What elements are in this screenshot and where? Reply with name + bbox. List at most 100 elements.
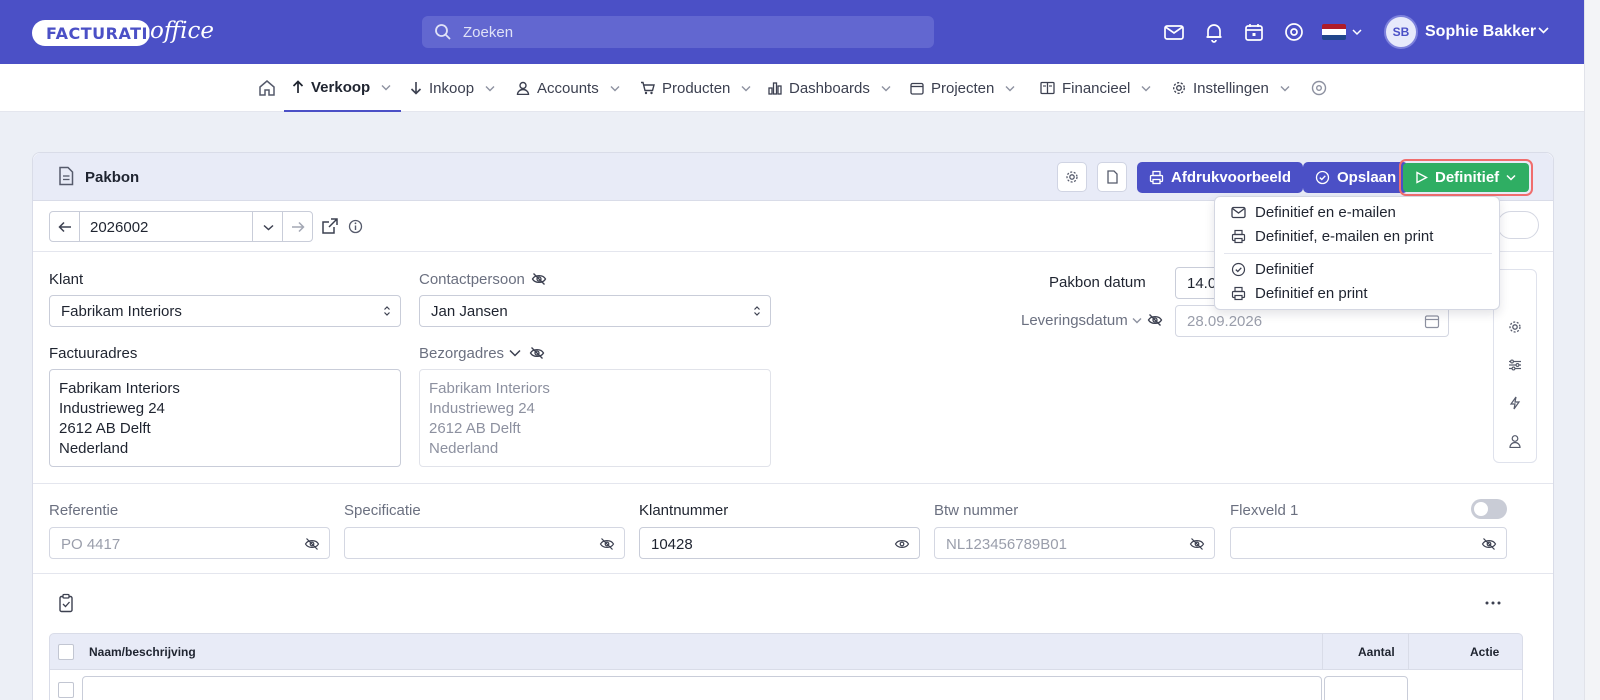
chevron-down-icon xyxy=(741,85,751,91)
divider xyxy=(33,573,1553,574)
info-icon[interactable] xyxy=(348,219,363,234)
chevron-down-icon xyxy=(381,84,391,90)
nav-item-projecten[interactable]: Projecten xyxy=(910,64,1015,112)
eye-icon[interactable] xyxy=(894,537,910,551)
user-name[interactable]: Sophie Bakker xyxy=(1425,23,1536,41)
facturatie-office-logo[interactable]: FACTURATIE office xyxy=(32,14,214,50)
clipboard-copy-icon[interactable] xyxy=(57,593,75,613)
klant-value: Fabrikam Interiors xyxy=(61,303,182,320)
bezorgadres-textarea[interactable]: Fabrikam Interiors Industrieweg 24 2612 … xyxy=(419,369,771,467)
document-number-input[interactable]: 2026002 xyxy=(80,211,252,242)
nav-item-dashboards[interactable]: Dashboards xyxy=(768,64,891,112)
document-number-dropdown[interactable] xyxy=(252,211,283,242)
external-link-icon[interactable] xyxy=(321,217,339,235)
flexveld-toggle[interactable] xyxy=(1471,499,1507,519)
print-preview-button[interactable]: Afdrukvoorbeeld xyxy=(1137,162,1304,193)
row-description-input[interactable] xyxy=(82,676,1322,700)
eye-off-icon[interactable] xyxy=(1189,537,1205,551)
factuuradres-label: Factuuradres xyxy=(49,345,138,362)
printer-icon xyxy=(1231,286,1246,301)
nav-item-instellingen[interactable]: Instellingen xyxy=(1172,64,1290,112)
klantnummer-input[interactable]: 10428 xyxy=(639,527,920,559)
search-input[interactable]: Zoeken xyxy=(422,16,934,48)
eye-off-icon[interactable] xyxy=(599,537,615,551)
referentie-input[interactable]: PO 4417 xyxy=(49,527,330,559)
lightning-icon[interactable] xyxy=(1508,396,1522,410)
nav-label-verkoop: Verkoop xyxy=(311,78,371,96)
nav-item-financieel[interactable]: Financieel xyxy=(1040,64,1151,112)
gear-icon[interactable] xyxy=(1508,320,1522,334)
referentie-label: Referentie xyxy=(49,502,119,519)
contactpersoon-label: Contactpersoon xyxy=(419,271,525,288)
previous-document-button[interactable] xyxy=(49,211,80,242)
bezorgadres-line: 2612 AB Delft xyxy=(429,420,521,437)
final-button[interactable]: Definitief xyxy=(1399,159,1533,196)
nav-item-verkoop[interactable]: Verkoop xyxy=(284,64,402,112)
panel-toggle-button[interactable] xyxy=(1497,211,1539,239)
leveringsdatum-value: 28.09.2026 xyxy=(1187,313,1263,330)
pdf-button[interactable] xyxy=(1097,162,1127,192)
row-quantity-input[interactable] xyxy=(1324,676,1408,700)
user-menu-chevron-down-icon[interactable] xyxy=(1538,26,1549,34)
column-divider xyxy=(1408,634,1409,670)
nav-item-producten[interactable]: Producten xyxy=(640,64,751,112)
eye-icon[interactable] xyxy=(1310,79,1328,97)
more-options-icon[interactable] xyxy=(1485,601,1501,605)
language-chevron-down-icon[interactable] xyxy=(1352,28,1362,36)
bar-chart-icon xyxy=(768,82,782,95)
mail-icon[interactable] xyxy=(1162,20,1186,44)
divider xyxy=(33,483,1553,484)
flexveld-input[interactable] xyxy=(1230,527,1507,559)
calendar-icon[interactable] xyxy=(1242,20,1266,44)
nav-item-inkoop[interactable]: Inkoop xyxy=(410,64,495,112)
btw-nummer-input[interactable]: NL123456789B01 xyxy=(934,527,1215,559)
contactpersoon-select[interactable]: Jan Jansen xyxy=(419,295,771,327)
specificatie-input[interactable] xyxy=(344,527,625,559)
nav-label-inkoop: Inkoop xyxy=(429,79,475,97)
klantnummer-value: 10428 xyxy=(651,536,693,553)
next-document-button[interactable] xyxy=(282,211,313,242)
eye-off-icon[interactable] xyxy=(1147,312,1163,328)
menu-item-final-email-print[interactable]: Definitief, e-mailen en print xyxy=(1231,228,1433,245)
arrow-left-icon xyxy=(58,221,71,233)
home-icon[interactable] xyxy=(258,79,276,97)
user-icon[interactable] xyxy=(1508,434,1522,448)
sliders-icon[interactable] xyxy=(1508,358,1522,372)
menu-item-label: Definitief en e-mailen xyxy=(1255,204,1396,221)
eye-off-icon[interactable] xyxy=(304,537,320,551)
avatar[interactable]: SB xyxy=(1384,15,1418,49)
klant-select[interactable]: Fabrikam Interiors xyxy=(49,295,401,327)
arrow-up-icon xyxy=(292,80,304,93)
settings-button[interactable] xyxy=(1057,162,1087,192)
arrow-down-icon xyxy=(410,82,422,95)
save-button[interactable]: Opslaan xyxy=(1303,162,1409,193)
eye-off-icon[interactable] xyxy=(1481,537,1497,551)
calendar-icon xyxy=(910,82,924,95)
chevron-down-icon[interactable] xyxy=(1132,317,1142,324)
chevron-down-icon[interactable] xyxy=(509,349,521,357)
column-divider xyxy=(1322,634,1323,670)
row-checkbox[interactable] xyxy=(58,682,74,698)
menu-item-final[interactable]: Definitief xyxy=(1231,261,1313,278)
page-title: Pakbon xyxy=(85,169,140,186)
klantnummer-label: Klantnummer xyxy=(639,502,729,519)
language-flag-icon[interactable] xyxy=(1322,24,1346,40)
eye-off-icon[interactable] xyxy=(529,345,545,361)
bell-icon[interactable] xyxy=(1202,20,1226,44)
top-bar: FACTURATIE office Zoeken SB Sophie Bakke… xyxy=(0,0,1584,64)
chevron-down-icon xyxy=(1280,85,1290,91)
eye-icon[interactable] xyxy=(1282,20,1306,44)
save-label: Opslaan xyxy=(1337,169,1397,186)
calendar-icon[interactable] xyxy=(1424,313,1440,329)
print-preview-label: Afdrukvoorbeeld xyxy=(1171,169,1292,186)
nav-item-accounts[interactable]: Accounts xyxy=(516,64,620,112)
page-scrollbar[interactable] xyxy=(1584,0,1600,700)
select-all-checkbox[interactable] xyxy=(58,644,74,660)
menu-item-final-email[interactable]: Definitief en e-mailen xyxy=(1231,204,1396,221)
factuuradres-textarea[interactable]: Fabrikam Interiors Industrieweg 24 2612 … xyxy=(49,369,401,467)
factuuradres-line: 2612 AB Delft xyxy=(59,420,151,437)
menu-item-final-print[interactable]: Definitief en print xyxy=(1231,285,1368,302)
bezorgadres-line: Fabrikam Interiors xyxy=(429,380,550,397)
gear-icon xyxy=(1066,171,1078,183)
eye-off-icon[interactable] xyxy=(531,271,547,287)
